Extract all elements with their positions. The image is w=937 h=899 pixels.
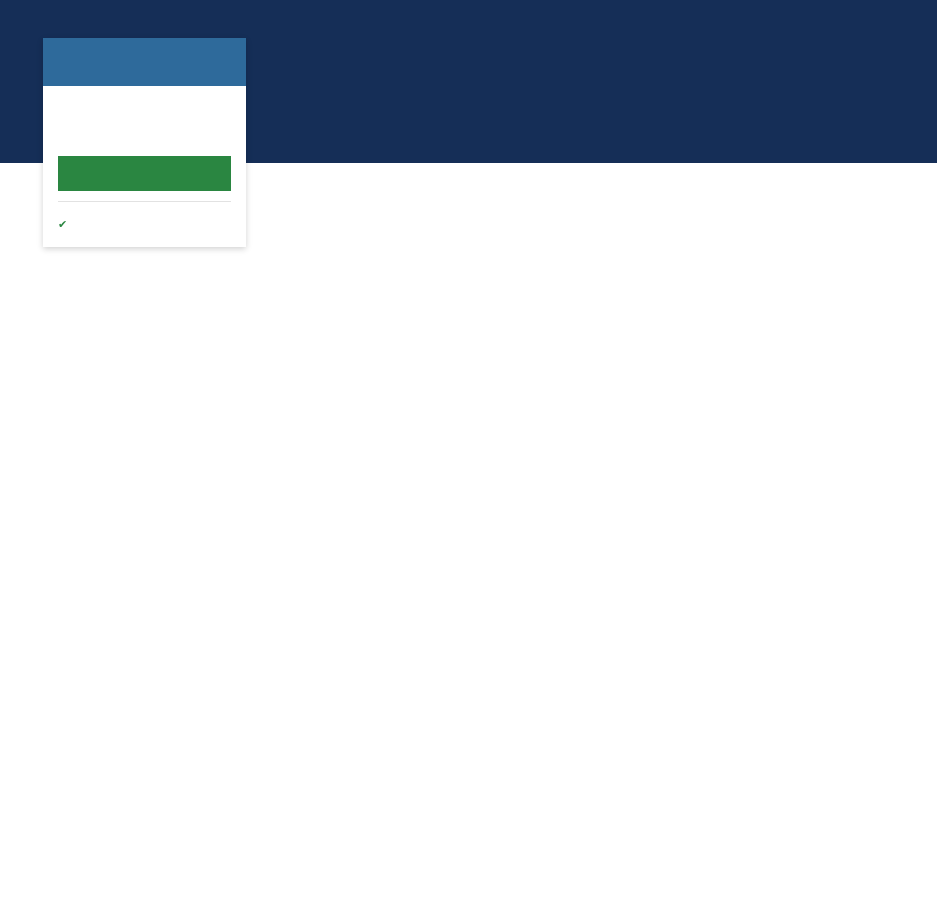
divider — [58, 201, 231, 202]
check-icon: ✔ — [58, 219, 68, 231]
plan-name — [43, 38, 246, 86]
plan-card-professional: ✔ — [43, 38, 246, 247]
plan-price — [58, 86, 231, 156]
feature-item: ✔ — [58, 215, 231, 235]
cta-top-button[interactable] — [58, 156, 231, 191]
plan-body: ✔ — [43, 86, 246, 247]
